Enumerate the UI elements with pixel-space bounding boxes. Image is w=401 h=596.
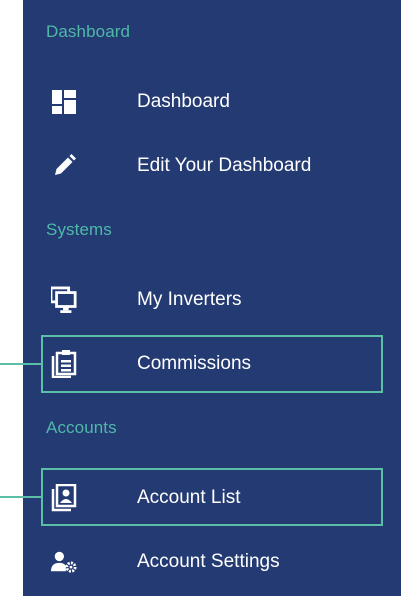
sidebar-item-account-settings[interactable]: Account Settings xyxy=(23,536,401,588)
sidebar-item-label: Account Settings xyxy=(137,551,280,572)
sidebar-item-label: Edit Your Dashboard xyxy=(137,155,312,176)
highlight-box-account-list xyxy=(41,468,383,526)
sidebar-item-label: My Inverters xyxy=(137,289,242,310)
section-title-systems: Systems xyxy=(46,220,112,239)
dashboard-grid-icon xyxy=(51,89,77,115)
sidebar-item-dashboard[interactable]: Dashboard xyxy=(23,76,401,128)
sidebar-item-my-inverters[interactable]: My Inverters xyxy=(23,274,401,326)
sidebar-item-label: Dashboard xyxy=(137,91,230,112)
user-settings-icon xyxy=(51,549,77,575)
callout-connector-line xyxy=(0,363,41,365)
section-title-dashboard: Dashboard xyxy=(46,22,131,41)
section-title-accounts: Accounts xyxy=(46,418,117,437)
sidebar-item-edit-dashboard[interactable]: Edit Your Dashboard xyxy=(23,140,401,192)
callout-connector-line xyxy=(0,496,41,498)
monitor-icon xyxy=(51,286,77,313)
highlight-box-commissions xyxy=(41,335,383,393)
pencil-icon xyxy=(51,153,77,179)
